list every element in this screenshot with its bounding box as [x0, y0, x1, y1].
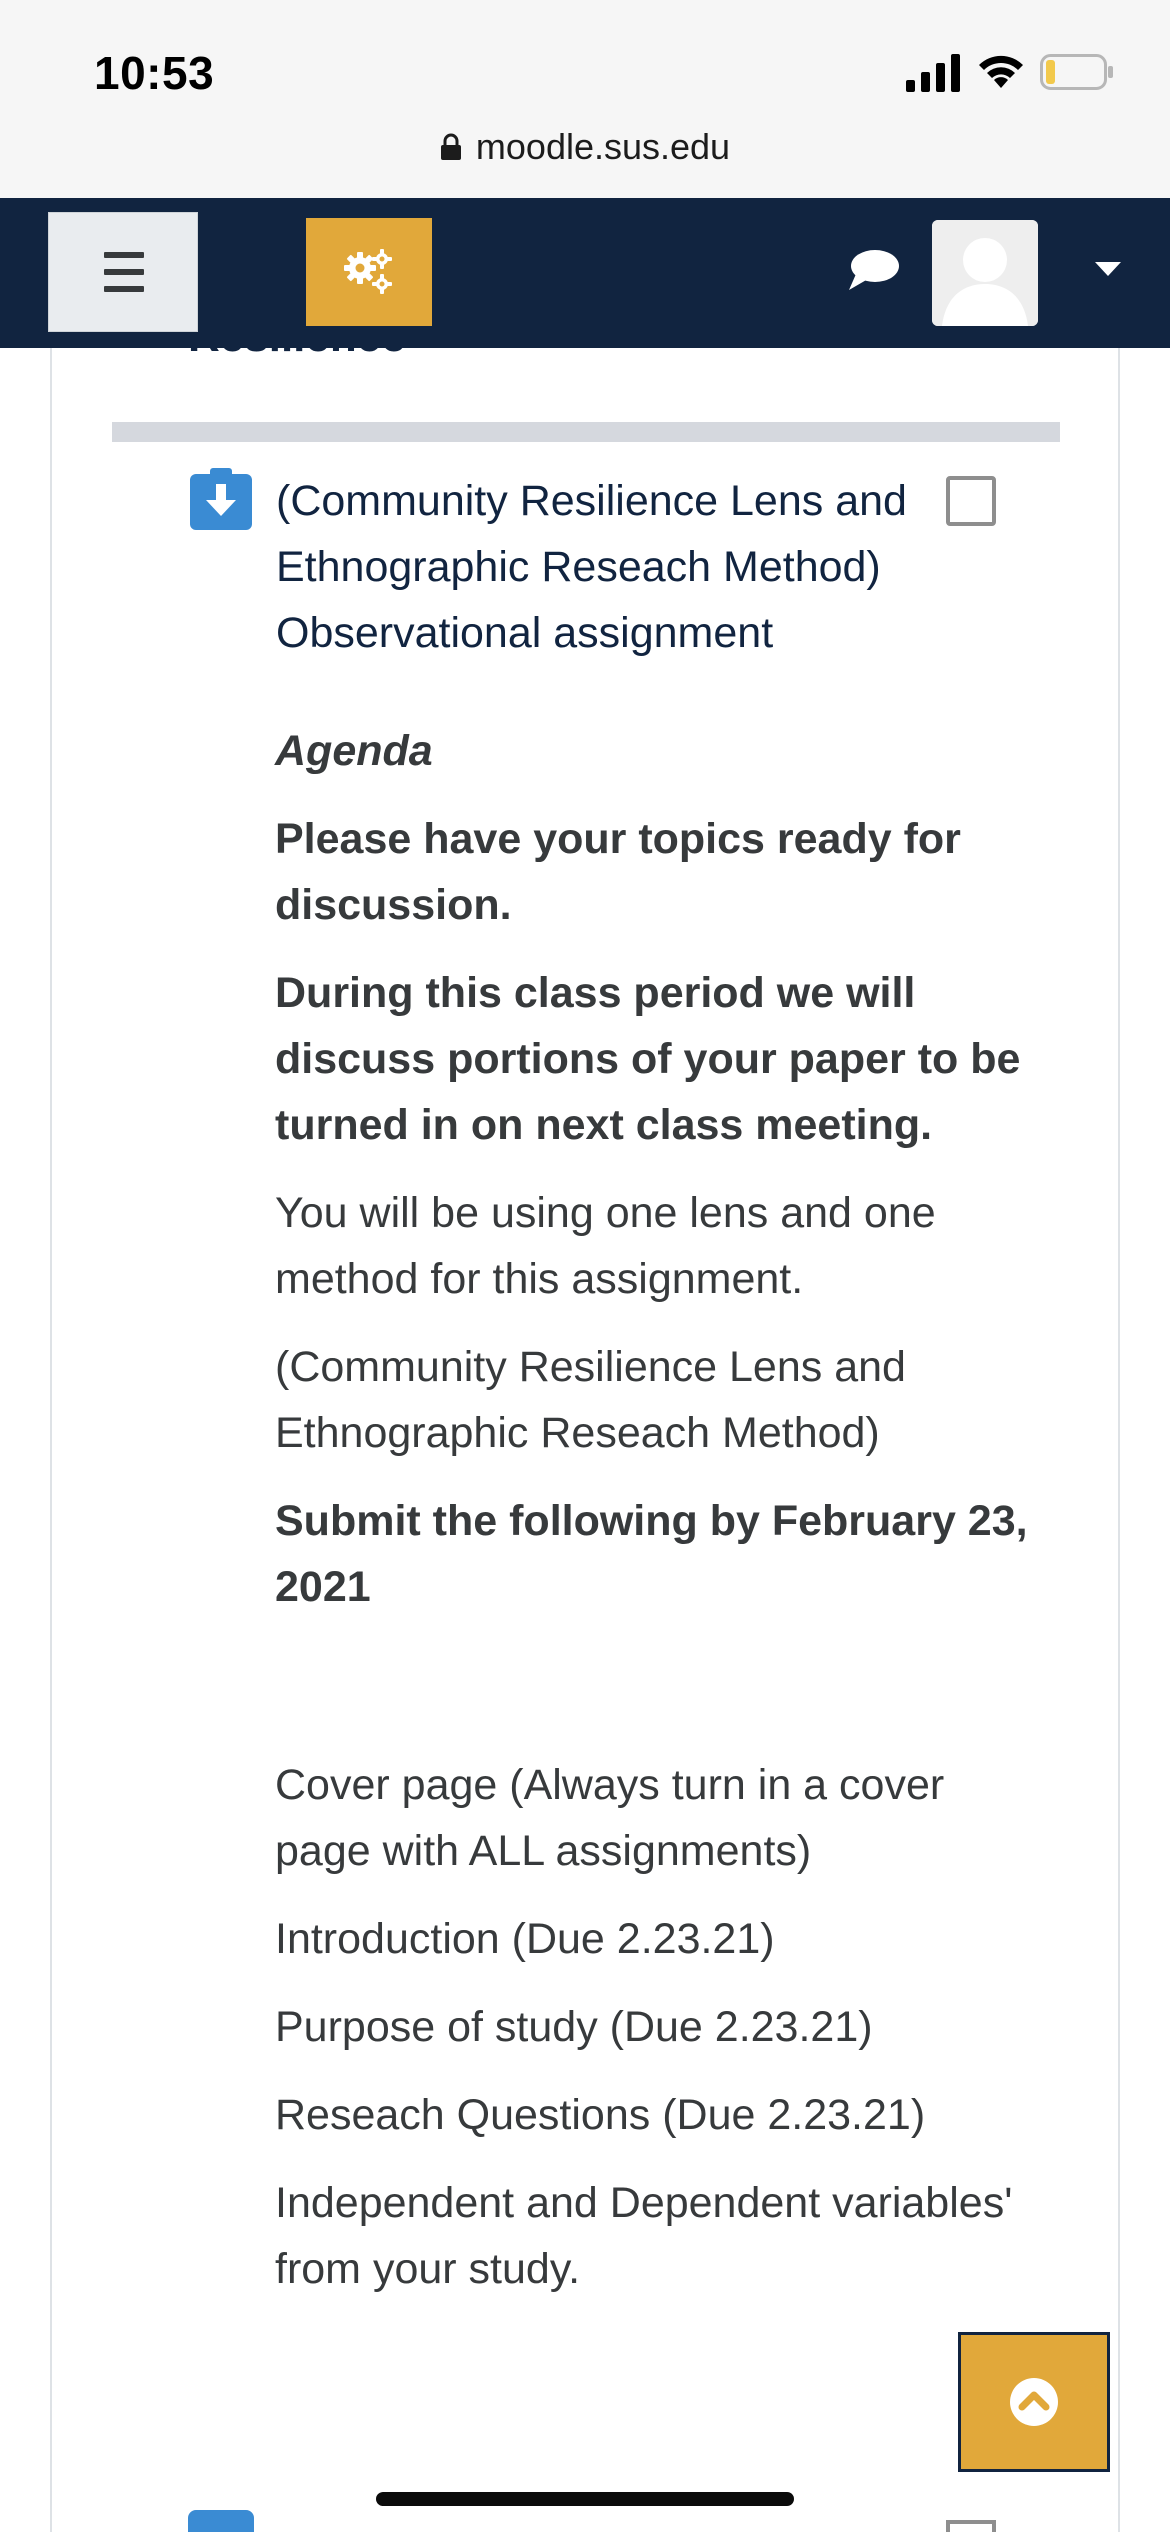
- chevron-up-circle-icon: [1010, 2378, 1058, 2426]
- course-settings-button[interactable]: [306, 218, 432, 326]
- section-title: Resilience: [188, 348, 406, 362]
- list-item: Cover page (Always turn in a cover page …: [275, 1761, 945, 1875]
- chevron-down-icon[interactable]: [1094, 260, 1122, 278]
- ios-status-bar: 10:53 moodle.sus.edu: [0, 0, 1170, 199]
- assignment-link[interactable]: (Community Resilience Lens and Ethnograp…: [276, 468, 996, 666]
- default-user-icon: [932, 220, 1038, 326]
- back-to-top-button[interactable]: [958, 2332, 1110, 2472]
- lens-method-paragraph: You will be using one lens and one metho…: [275, 1189, 936, 1303]
- assignment-description: Agenda Please have your topics ready for…: [275, 718, 1035, 2324]
- list-item: Introduction (Due 2.23.21): [275, 1915, 775, 1963]
- agenda-heading: Agenda: [275, 727, 433, 775]
- submit-deadline-paragraph: Submit the following by February 23, 202…: [275, 1497, 1028, 1611]
- lens-names-paragraph: (Community Resilience Lens and Ethnograp…: [275, 1343, 906, 1457]
- course-content: Resilience (Community Resilience Lens an…: [50, 348, 1120, 2532]
- next-assignment-icon: [188, 2510, 254, 2532]
- assignment-download-icon: [190, 468, 252, 530]
- address-bar[interactable]: moodle.sus.edu: [0, 126, 1170, 168]
- list-item: Reseach Questions (Due 2.23.21): [275, 2091, 926, 2139]
- status-time: 10:53: [94, 47, 215, 99]
- topics-paragraph: Please have your topics ready for discus…: [275, 815, 961, 929]
- next-completion-checkbox[interactable]: [946, 2520, 996, 2532]
- wifi-icon: [979, 55, 1023, 88]
- lock-icon: [440, 133, 461, 160]
- gears-icon: [344, 249, 392, 294]
- cellular-signal-icon: [906, 54, 960, 92]
- site-navbar: [0, 198, 1170, 348]
- completion-checkbox[interactable]: [946, 476, 996, 526]
- class-period-paragraph: During this class period we will discuss…: [275, 969, 1021, 1149]
- speech-bubble-icon[interactable]: [846, 248, 900, 294]
- nav-drawer-toggle-button[interactable]: [48, 212, 198, 332]
- battery-icon: [1040, 54, 1113, 90]
- address-url: moodle.sus.edu: [475, 126, 731, 167]
- list-item: Independent and Dependent variables' fro…: [275, 2179, 1013, 2293]
- home-indicator: [376, 2492, 794, 2506]
- user-avatar[interactable]: [932, 220, 1038, 326]
- list-item: Purpose of study (Due 2.23.21): [275, 2003, 873, 2051]
- section-divider: [112, 422, 1060, 442]
